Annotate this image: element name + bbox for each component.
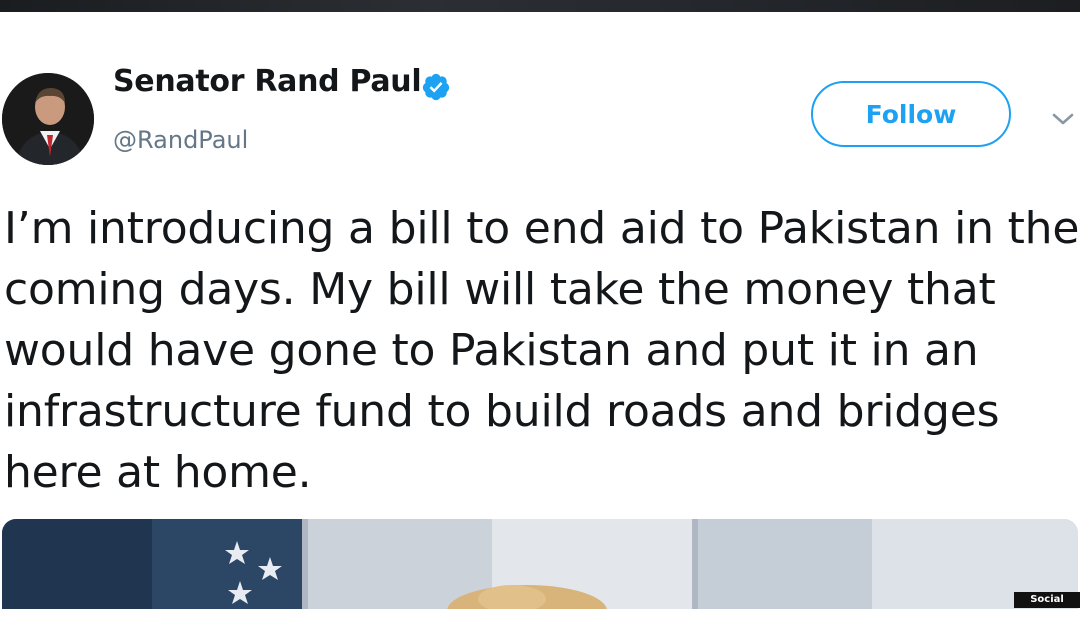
tweet-media-image[interactable] [2, 519, 1078, 609]
watermark-label: Social Media [1014, 592, 1080, 608]
follow-button[interactable]: Follow [811, 81, 1011, 147]
chevron-down-icon[interactable] [1048, 108, 1078, 130]
top-photo-strip [0, 0, 1080, 12]
tweet-card: Senator Rand Paul @RandPaul Follow I’m i… [0, 12, 1080, 608]
media-photo [2, 519, 1078, 609]
display-name[interactable]: Senator Rand Paul [113, 64, 421, 99]
user-handle[interactable]: @RandPaul [113, 126, 248, 154]
avatar-portrait [2, 73, 94, 165]
tweet-text: I’m introducing a bill to end aid to Pak… [4, 198, 1080, 503]
verified-badge-icon [421, 72, 451, 102]
avatar[interactable] [2, 73, 94, 165]
